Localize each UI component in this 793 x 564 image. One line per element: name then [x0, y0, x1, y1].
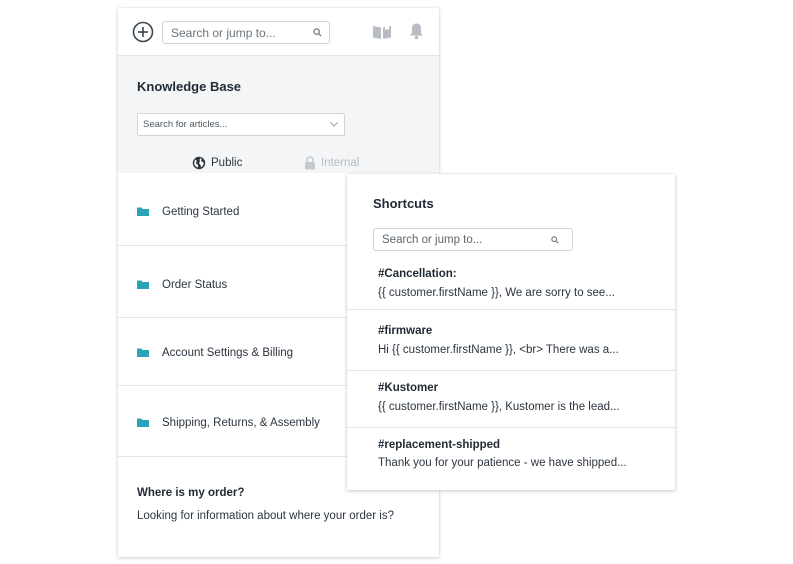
shortcut-name: #Kustomer	[378, 382, 439, 394]
knowledge-base-header: Knowledge Base Public Internal	[118, 56, 439, 173]
search-icon	[313, 28, 322, 37]
internal-label: Internal	[321, 157, 360, 169]
folder-icon	[137, 418, 149, 427]
category-label: Order Status	[162, 279, 228, 291]
public-label: Public	[211, 157, 243, 169]
category-label: Account Settings & Billing	[162, 347, 294, 359]
public-toggle[interactable]: Public	[192, 155, 242, 171]
shortcuts-title: Shortcuts	[373, 196, 434, 211]
faq-title[interactable]: Where is my order?	[137, 487, 244, 499]
article-search-input[interactable]	[138, 114, 323, 135]
add-icon[interactable]	[132, 21, 154, 43]
article-search[interactable]	[137, 113, 345, 136]
category-label: Getting Started	[162, 206, 240, 218]
shortcut-preview: {{ customer.firstName }}, We are sorry t…	[378, 287, 615, 299]
shortcut-name: #Cancellation:	[378, 268, 457, 280]
global-search-input[interactable]	[163, 22, 303, 43]
shortcut-item-replacement-shipped[interactable]: #replacement-shipped Thank you for your …	[347, 427, 675, 487]
bell-icon[interactable]	[409, 22, 424, 40]
top-bar	[118, 8, 439, 56]
internal-toggle[interactable]: Internal	[304, 155, 359, 171]
shortcuts-search-input[interactable]	[374, 229, 544, 250]
faq-text: Looking for information about where your…	[137, 510, 394, 522]
folder-icon	[137, 280, 149, 289]
shortcut-preview: {{ customer.firstName }}, Kustomer is th…	[378, 401, 620, 413]
folder-icon	[137, 348, 149, 357]
shortcut-preview: Hi {{ customer.firstName }}, <br> There …	[378, 344, 619, 356]
globe-icon	[192, 156, 206, 170]
chevron-down-icon[interactable]	[330, 122, 338, 127]
shortcut-name: #replacement-shipped	[378, 439, 501, 451]
shortcut-name: #firmware	[378, 325, 433, 337]
shortcuts-panel: Shortcuts #Cancellation: {{ customer.fir…	[347, 174, 675, 490]
book-icon[interactable]	[372, 24, 392, 40]
shortcut-item-cancellation[interactable]: #Cancellation: {{ customer.firstName }},…	[347, 252, 675, 309]
global-search[interactable]	[162, 21, 330, 44]
category-label: Shipping, Returns, & Assembly	[162, 417, 320, 429]
shortcuts-search[interactable]	[373, 228, 573, 251]
folder-icon	[137, 207, 149, 216]
shortcut-preview: Thank you for your patience - we have sh…	[378, 457, 627, 469]
knowledge-base-title: Knowledge Base	[137, 79, 242, 94]
lock-icon	[305, 156, 315, 170]
search-icon	[551, 236, 559, 244]
shortcut-item-kustomer[interactable]: #Kustomer {{ customer.firstName }}, Kust…	[347, 370, 675, 427]
shortcut-item-firmware[interactable]: #firmware Hi {{ customer.firstName }}, <…	[347, 309, 675, 366]
